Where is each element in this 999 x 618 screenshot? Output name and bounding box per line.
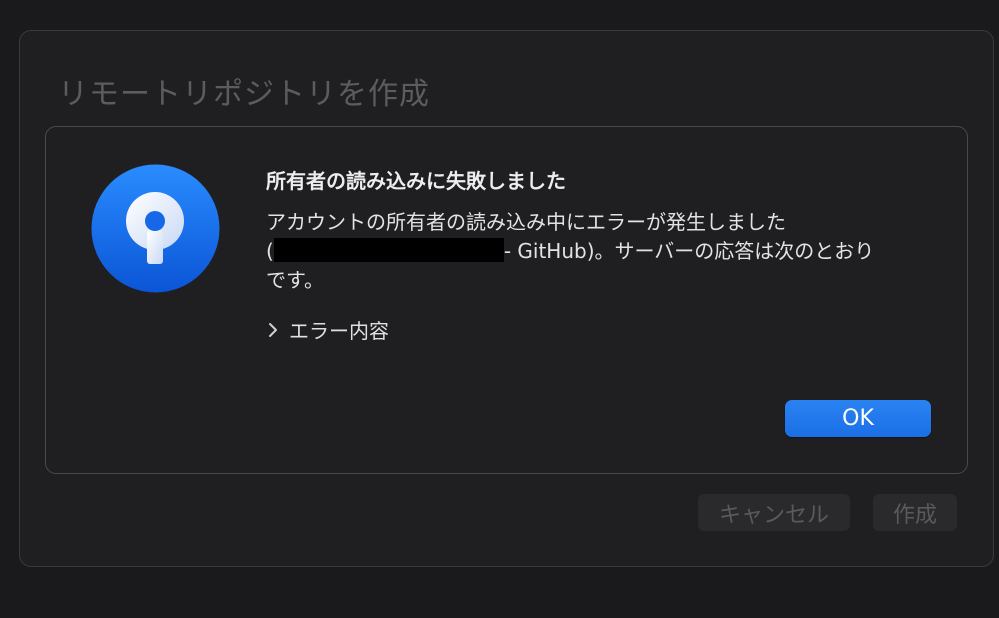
chevron-right-icon — [266, 321, 280, 339]
message-paren: ( — [266, 239, 274, 263]
redacted-account-name — [273, 238, 504, 262]
create-button[interactable]: 作成 — [873, 494, 957, 531]
sourcetree-app-icon — [91, 164, 220, 293]
message-line-2: ( - GitHub)。サーバーの応答は次のとおり — [266, 237, 931, 266]
error-details-label: エラー内容 — [289, 319, 389, 343]
message-line-2-rest: - GitHub)。サーバーの応答は次のとおり — [503, 239, 875, 263]
window-button-row: キャンセル 作成 — [698, 494, 957, 531]
alert-title: 所有者の読み込みに失敗しました — [266, 169, 566, 193]
message-line-3: です。 — [266, 268, 324, 292]
alert-message: アカウントの所有者の読み込み中にエラーが発生しました ( - GitHub)。サー… — [266, 208, 931, 295]
message-line-1: アカウントの所有者の読み込み中にエラーが発生しました — [266, 210, 786, 234]
alert-text-area: 所有者の読み込みに失敗しました アカウントの所有者の読み込み中にエラーが発生しま… — [266, 168, 931, 344]
error-details-disclosure[interactable]: エラー内容 — [266, 315, 389, 344]
cancel-button[interactable]: キャンセル — [698, 494, 850, 531]
ok-button[interactable]: OK — [785, 400, 931, 437]
window-title: リモートリポジトリを作成 — [58, 77, 430, 112]
error-alert-dialog: 所有者の読み込みに失敗しました アカウントの所有者の読み込み中にエラーが発生しま… — [45, 126, 968, 474]
